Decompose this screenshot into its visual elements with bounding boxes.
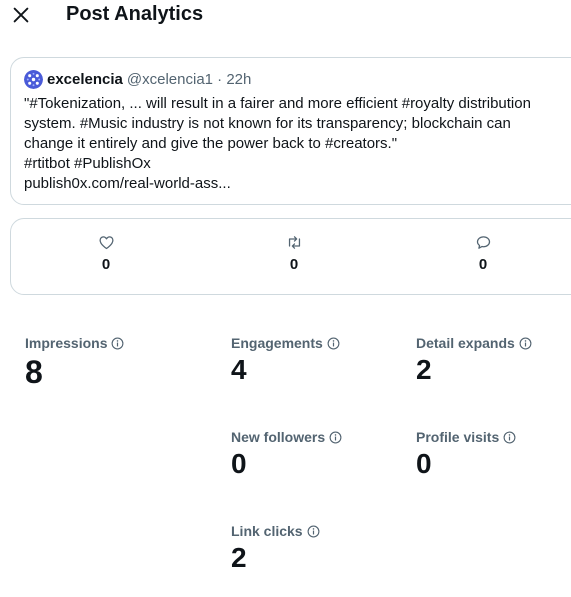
page-title: Post Analytics: [66, 3, 204, 25]
metric-label: New followers: [231, 429, 326, 445]
post-text: "#Tokenization, ... will result in a fai…: [24, 94, 569, 194]
info-icon[interactable]: [329, 431, 342, 444]
heart-icon: [98, 236, 114, 250]
post-header: excelencia @xcelencia1 · 22h: [24, 69, 251, 89]
metric-value: 0: [231, 448, 247, 479]
like-action[interactable]: 0: [86, 234, 126, 273]
info-icon[interactable]: [111, 337, 124, 350]
post-text-line: "#Tokenization, ... will result in a fai…: [24, 95, 531, 112]
metric-link-clicks: Link clicks 2: [231, 523, 320, 575]
metric-label: Detail expands: [416, 335, 515, 351]
post-hashtags[interactable]: #rtitbot #PublishOx: [24, 154, 569, 174]
author-name[interactable]: excelencia: [47, 71, 123, 88]
reply-count: 0: [478, 256, 488, 273]
metric-value: 2: [416, 354, 432, 385]
close-button[interactable]: [10, 4, 32, 26]
post-text-line: system. #Music industry is not known for…: [24, 115, 511, 132]
info-icon[interactable]: [503, 431, 516, 444]
post-link[interactable]: publish0x.com/real-world-ass...: [24, 174, 569, 194]
repost-action[interactable]: 0: [274, 234, 314, 273]
metric-impressions: Impressions 8: [25, 335, 124, 391]
info-icon[interactable]: [327, 337, 340, 350]
metric-label: Impressions: [25, 335, 108, 351]
info-icon[interactable]: [307, 525, 320, 538]
metric-engagements: Engagements 4: [231, 335, 340, 387]
metric-profile-visits: Profile visits 0: [416, 429, 516, 481]
reply-icon: [476, 236, 490, 249]
header: Post Analytics: [0, 0, 571, 34]
info-icon[interactable]: [519, 337, 532, 350]
metric-detail-expands: Detail expands 2: [416, 335, 532, 387]
metric-value: 2: [231, 542, 247, 573]
metric-value: 8: [25, 354, 43, 390]
reply-action[interactable]: 0: [463, 234, 503, 273]
metric-label: Profile visits: [416, 429, 500, 445]
repost-icon: [288, 236, 300, 249]
like-count: 0: [101, 256, 111, 273]
metric-value: 0: [416, 448, 432, 479]
post-actions: 0 0 0: [10, 218, 571, 295]
metric-label: Engagements: [231, 335, 323, 351]
avatar[interactable]: [24, 69, 43, 89]
metric-label: Link clicks: [231, 523, 303, 539]
close-icon: [13, 7, 29, 23]
repost-count: 0: [289, 256, 299, 273]
post-text-line: change it entirely and give the power ba…: [24, 135, 398, 152]
metric-value: 4: [231, 354, 247, 385]
author-handle: @xcelencia1 · 22h: [126, 70, 252, 88]
metric-new-followers: New followers 0: [231, 429, 342, 481]
post-card[interactable]: excelencia @xcelencia1 · 22h "#Tokenizat…: [10, 57, 571, 205]
